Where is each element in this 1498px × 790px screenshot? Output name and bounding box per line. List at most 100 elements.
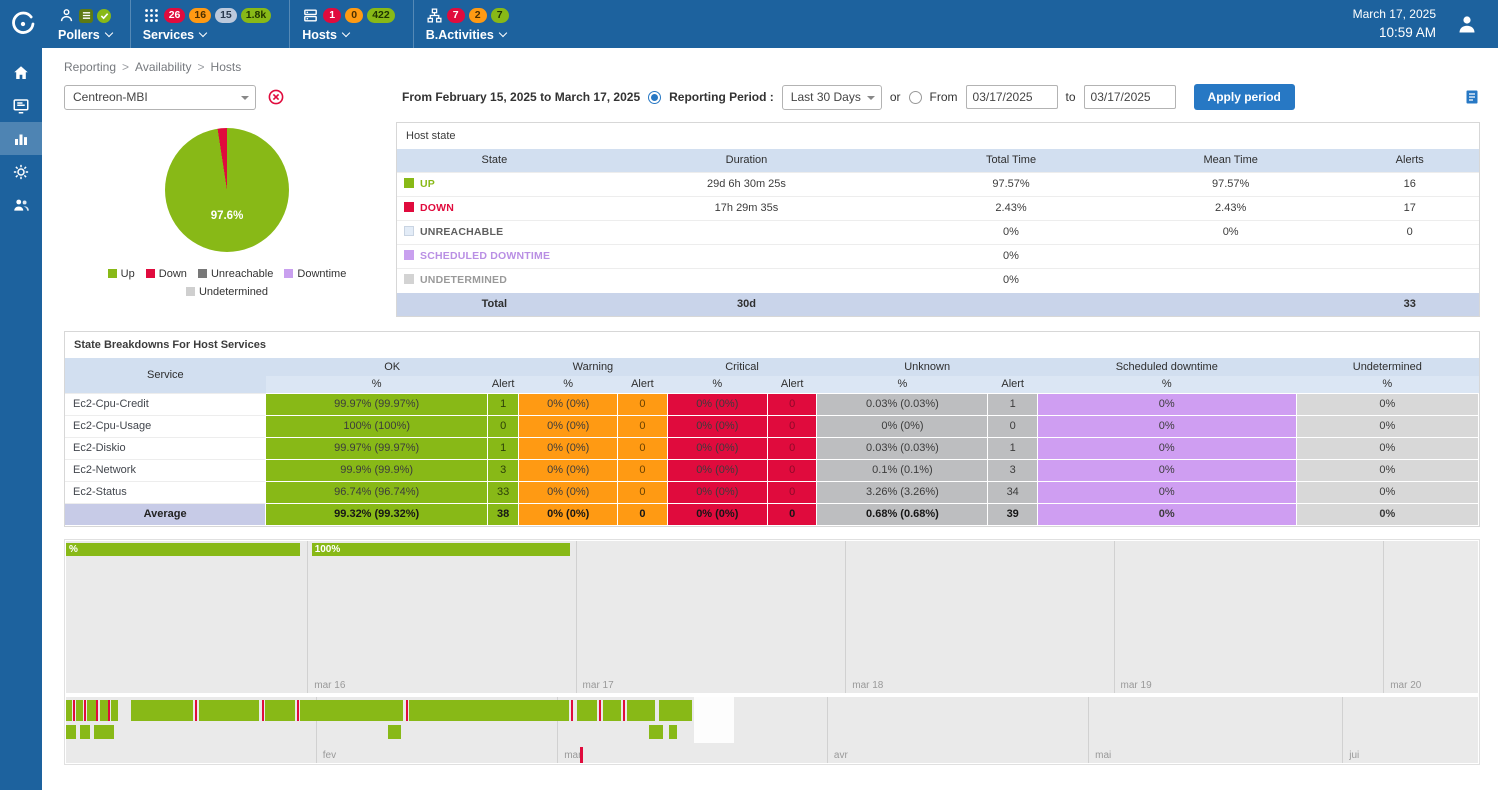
breakdowns-sub-header-row: % Alert % Alert % Alert % Alert % % xyxy=(65,376,1479,393)
clear-host-selection-icon[interactable] xyxy=(268,89,284,105)
top-navigation-bar: Pollers 26 16 15 1.8k Services 1 0 42 xyxy=(0,0,1498,48)
down-swatch xyxy=(404,202,414,212)
host-select[interactable]: Centreon-MBI xyxy=(64,85,256,110)
state-label-scheduled-downtime: SCHEDULED DOWNTIME xyxy=(420,250,550,262)
legend-unreachable-label: Unreachable xyxy=(211,268,273,280)
reporting-period-radio[interactable] xyxy=(648,91,661,104)
hosts-down-badge[interactable]: 1 xyxy=(323,8,341,23)
col-ok: OK xyxy=(266,358,519,376)
timeline-selection-window[interactable] xyxy=(694,697,734,743)
custom-range-radio[interactable] xyxy=(909,91,922,104)
hosts-unreachable-badge[interactable]: 0 xyxy=(345,8,363,23)
legend-downtime-swatch xyxy=(284,269,293,278)
chevron-down-icon xyxy=(199,29,207,37)
legend-down-label: Down xyxy=(159,268,187,280)
availability-timeline-panel: mar 16mar 17mar 18mar 19mar 20%100% fevm… xyxy=(64,539,1480,765)
sidebar-item-reporting[interactable] xyxy=(0,122,42,155)
breadcrumb-availability[interactable]: Availability xyxy=(135,60,191,74)
hosts-icon xyxy=(302,7,319,24)
table-row-undetermined: UNDETERMINED 0% xyxy=(397,268,1479,292)
sidebar-item-configuration[interactable] xyxy=(0,155,42,188)
state-label-undetermined: UNDETERMINED xyxy=(420,274,507,286)
bar-chart-icon xyxy=(12,130,30,148)
state-label-unreachable: UNREACHABLE xyxy=(420,226,503,238)
filter-toolbar: Centreon-MBI From February 15, 2025 to M… xyxy=(64,84,1480,110)
gear-icon xyxy=(12,163,30,181)
service-name[interactable]: Ec2-Cpu-Usage xyxy=(65,415,266,437)
services-ok-badge[interactable]: 1.8k xyxy=(241,8,271,23)
service-name[interactable]: Ec2-Network xyxy=(65,459,266,481)
chevron-down-icon xyxy=(342,29,350,37)
timeline-range-selector[interactable]: fevmaravrmaijui xyxy=(66,697,1478,763)
sidebar-item-home[interactable] xyxy=(0,56,42,89)
pie-value-label: 97.6% xyxy=(211,210,244,222)
col-mean-time: Mean Time xyxy=(1121,149,1341,172)
user-menu-button[interactable] xyxy=(1452,9,1482,39)
nav-hosts[interactable]: 1 0 422 Hosts xyxy=(289,0,413,48)
bactivities-warning-badge[interactable]: 2 xyxy=(469,8,487,23)
bactivities-ok-badge[interactable]: 7 xyxy=(491,8,509,23)
breadcrumb-hosts[interactable]: Hosts xyxy=(211,60,242,74)
nav-pollers[interactable]: Pollers xyxy=(46,0,130,48)
service-name[interactable]: Ec2-Cpu-Credit xyxy=(65,393,266,415)
user-icon xyxy=(1455,12,1479,36)
export-report-icon[interactable] xyxy=(1464,89,1480,105)
from-date-input[interactable] xyxy=(966,85,1058,109)
sidebar-item-administration[interactable] xyxy=(0,188,42,221)
period-select[interactable]: Last 30 Days xyxy=(782,85,882,110)
nav-services[interactable]: 26 16 15 1.8k Services xyxy=(130,0,290,48)
services-warning-badge[interactable]: 16 xyxy=(189,8,211,23)
col-warning: Warning xyxy=(519,358,667,376)
table-row-service: Ec2-Diskio 99.97% (99.97%) 1 0% (0%) 0 0… xyxy=(65,437,1479,459)
poller-icon xyxy=(58,7,75,24)
host-state-panel: Host state State Duration Total Time Mea… xyxy=(396,122,1480,317)
average-label: Average xyxy=(65,503,266,525)
col-unknown: Unknown xyxy=(817,358,1038,376)
nav-services-label: Services xyxy=(143,28,194,42)
clock: March 17, 2025 10:59 AM xyxy=(1353,6,1436,43)
service-name[interactable]: Ec2-Diskio xyxy=(65,437,266,459)
undetermined-swatch xyxy=(404,274,414,284)
bactivities-critical-badge[interactable]: 7 xyxy=(447,8,465,23)
to-date-input[interactable] xyxy=(1084,85,1176,109)
legend-up-label: Up xyxy=(121,268,135,280)
state-label-up: UP xyxy=(420,178,435,190)
col-duration: Duration xyxy=(592,149,901,172)
nav-bactivities-label: B.Activities xyxy=(426,28,494,42)
table-row-average: Average 99.32% (99.32%) 38 0% (0%) 0 0% … xyxy=(65,503,1479,525)
host-state-header-row: State Duration Total Time Mean Time Aler… xyxy=(397,149,1479,172)
legend-up-swatch xyxy=(108,269,117,278)
breadcrumb-separator: > xyxy=(122,60,129,74)
breadcrumb-separator: > xyxy=(198,60,205,74)
state-breakdowns-panel: State Breakdowns For Host Services Servi… xyxy=(64,331,1480,527)
col-service: Service xyxy=(65,358,266,393)
col-undetermined: Undetermined xyxy=(1296,358,1478,376)
timeline-current-marker xyxy=(580,747,583,763)
breadcrumb-reporting[interactable]: Reporting xyxy=(64,60,116,74)
services-critical-badge[interactable]: 26 xyxy=(164,8,186,23)
table-row-service: Ec2-Network 99.9% (99.9%) 3 0% (0%) 0 0%… xyxy=(65,459,1479,481)
table-row-down: DOWN 17h 29m 35s 2.43% 2.43% 17 xyxy=(397,196,1479,220)
business-activities-icon xyxy=(426,7,443,24)
legend-down-swatch xyxy=(146,269,155,278)
apply-period-button[interactable]: Apply period xyxy=(1194,84,1295,110)
up-swatch xyxy=(404,178,414,188)
nav-pollers-label: Pollers xyxy=(58,28,100,42)
hosts-up-badge[interactable]: 422 xyxy=(367,8,395,23)
services-pending-badge[interactable]: 15 xyxy=(215,8,237,23)
sidebar-navigation xyxy=(0,48,42,790)
users-icon xyxy=(12,196,30,214)
legend-undetermined-label: Undetermined xyxy=(199,286,268,298)
period-select-value: Last 30 Days xyxy=(791,90,861,104)
poller-database-badge[interactable] xyxy=(79,9,93,23)
monitoring-icon xyxy=(12,97,30,115)
legend-undetermined-swatch xyxy=(186,287,195,296)
service-name[interactable]: Ec2-Status xyxy=(65,481,266,503)
nav-bactivities[interactable]: 7 2 7 B.Activities xyxy=(413,0,527,48)
sidebar-item-monitoring[interactable] xyxy=(0,89,42,122)
poller-latency-badge[interactable] xyxy=(97,9,111,23)
centreon-logo[interactable] xyxy=(0,0,46,48)
table-row-scheduled-downtime: SCHEDULED DOWNTIME 0% xyxy=(397,244,1479,268)
scheduled-downtime-swatch xyxy=(404,250,414,260)
col-critical: Critical xyxy=(667,358,817,376)
